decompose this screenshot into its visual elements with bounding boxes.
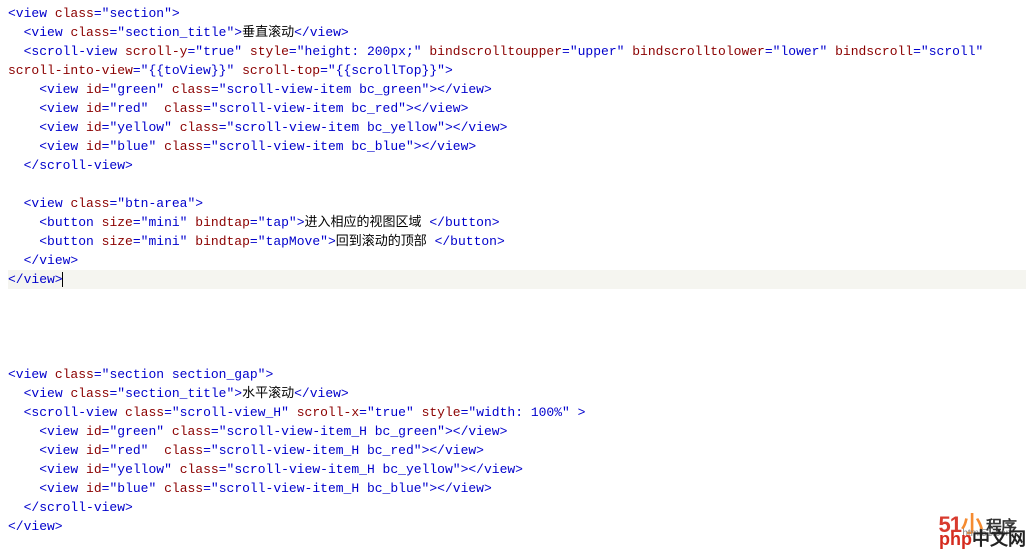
code-line[interactable]: <view id="blue" class="scroll-view-item_… xyxy=(8,479,1026,498)
code-line[interactable]: </scroll-view> xyxy=(8,156,1026,175)
blank-gap xyxy=(8,289,1026,365)
code-line[interactable]: <view id="blue" class="scroll-view-item … xyxy=(8,137,1026,156)
code-line[interactable]: <view id="yellow" class="scroll-view-ite… xyxy=(8,118,1026,137)
code-line[interactable]: </view> xyxy=(8,251,1026,270)
code-editor[interactable]: <view class="section"> <view class="sect… xyxy=(8,4,1026,536)
code-line[interactable]: <view id="red" class="scroll-view-item b… xyxy=(8,99,1026,118)
code-line[interactable]: <view class="section"> xyxy=(8,4,1026,23)
code-line[interactable]: <view id="yellow" class="scroll-view-ite… xyxy=(8,460,1026,479)
code-line[interactable]: <view class="section_title">垂直滚动</view> xyxy=(8,23,1026,42)
code-line[interactable]: <view class="section_title">水平滚动</view> xyxy=(8,384,1026,403)
code-line[interactable]: <scroll-view scroll-y="true" style="heig… xyxy=(8,42,1026,61)
code-line[interactable]: <view id="green" class="scroll-view-item… xyxy=(8,422,1026,441)
code-line[interactable]: </scroll-view> xyxy=(8,498,1026,517)
watermark-php: php中文网 xyxy=(939,530,1026,549)
code-line[interactable]: <scroll-view class="scroll-view_H" scrol… xyxy=(8,403,1026,422)
code-line[interactable]: <view id="green" class="scroll-view-item… xyxy=(8,80,1026,99)
code-line[interactable]: </view> xyxy=(8,270,1026,289)
code-line[interactable]: <view class="btn-area"> xyxy=(8,194,1026,213)
text-cursor xyxy=(62,272,63,287)
code-line[interactable]: <button size="mini" bindtap="tap">进入相应的视… xyxy=(8,213,1026,232)
code-line[interactable] xyxy=(8,175,1026,194)
code-line[interactable]: </view> xyxy=(8,517,1026,536)
code-line[interactable]: <view class="section section_gap"> xyxy=(8,365,1026,384)
code-line[interactable]: scroll-into-view="{{toView}}" scroll-top… xyxy=(8,61,1026,80)
code-line[interactable]: <button size="mini" bindtap="tapMove">回到… xyxy=(8,232,1026,251)
code-line[interactable]: <view id="red" class="scroll-view-item_H… xyxy=(8,441,1026,460)
